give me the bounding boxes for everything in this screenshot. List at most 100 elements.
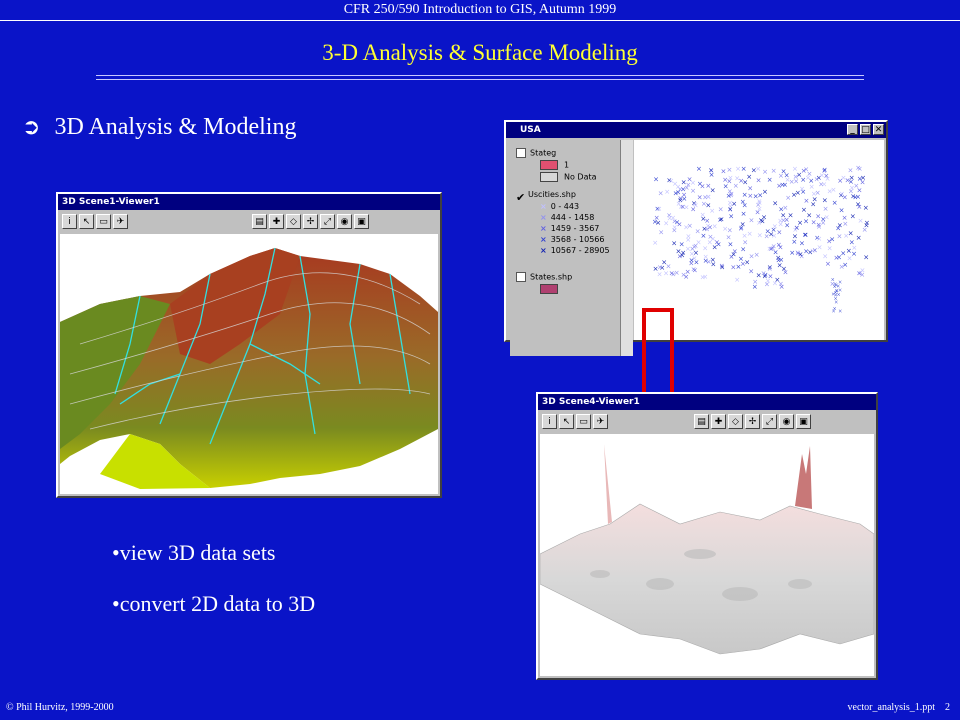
city-marker: × xyxy=(728,213,734,221)
fly-tool-icon[interactable]: ✈ xyxy=(593,413,608,429)
usa-titlebar[interactable]: USA _ □ ✕ xyxy=(506,122,886,138)
city-marker: × xyxy=(710,187,716,195)
scene1-window[interactable]: 3D Scene1-Viewer1 i ↖ ▭ ✈ ▤ ✚ ◇ ✢ ⤢ ◉ ▣ xyxy=(56,192,442,498)
city-marker: × xyxy=(791,191,797,199)
zoom-to-active-icon[interactable]: ◇ xyxy=(286,213,301,229)
terrain-3d-image xyxy=(60,247,438,489)
city-marker: × xyxy=(754,251,760,259)
identify-tool-icon[interactable]: i xyxy=(62,213,77,229)
city-marker: × xyxy=(657,264,663,272)
city-marker: × xyxy=(730,264,736,272)
select-tool-icon[interactable]: ▭ xyxy=(96,213,111,229)
zoom-in-icon[interactable]: ✢ xyxy=(745,413,760,429)
save-icon[interactable]: ▣ xyxy=(354,213,369,229)
city-marker: × xyxy=(656,205,662,213)
navigate-tool-icon[interactable]: ↖ xyxy=(559,413,574,429)
city-marker: × xyxy=(827,244,833,252)
theme-name: Uscities.shp xyxy=(528,190,576,199)
city-marker: × xyxy=(834,254,840,262)
add-theme-icon[interactable]: ✚ xyxy=(711,413,726,429)
checked-icon[interactable]: ✔ xyxy=(516,190,525,204)
city-marker: × xyxy=(764,281,770,289)
legend-label: 3568 - 10566 xyxy=(550,235,605,244)
city-marker: × xyxy=(802,231,808,239)
city-marker: × xyxy=(761,270,767,278)
city-marker: × xyxy=(834,295,838,303)
city-marker: × xyxy=(741,165,747,173)
legend-swatch xyxy=(540,284,558,294)
city-marker: × xyxy=(862,226,868,234)
city-marker: × xyxy=(652,239,658,247)
main-bullet: ➲ 3D Analysis & Modeling xyxy=(22,114,296,141)
city-marker: × xyxy=(670,214,676,222)
scene1-terrain-view[interactable] xyxy=(60,234,438,494)
theme-checkbox[interactable] xyxy=(516,272,526,282)
city-marker: × xyxy=(676,200,682,208)
rotate-icon[interactable]: ◉ xyxy=(337,213,352,229)
zoom-full-icon[interactable]: ⤢ xyxy=(762,413,777,429)
city-marker: × xyxy=(799,239,805,247)
city-marker: × xyxy=(658,190,664,198)
navigate-tool-icon[interactable]: ↖ xyxy=(79,213,94,229)
city-marker: × xyxy=(671,239,677,247)
city-marker: × xyxy=(771,167,777,175)
theme-properties-icon[interactable]: ▤ xyxy=(694,413,709,429)
city-marker: × xyxy=(767,265,773,273)
city-marker: × xyxy=(832,199,838,207)
city-marker: × xyxy=(700,182,706,190)
city-marker: × xyxy=(677,220,683,228)
city-marker: × xyxy=(692,267,698,275)
select-tool-icon[interactable]: ▭ xyxy=(576,413,591,429)
city-marker: × xyxy=(668,177,674,185)
city-marker: × xyxy=(716,241,722,249)
city-marker: × xyxy=(732,248,738,256)
minimize-button[interactable]: _ xyxy=(847,124,858,135)
city-marker: × xyxy=(831,186,837,194)
city-marker: × xyxy=(726,178,732,186)
rotate-icon[interactable]: ◉ xyxy=(779,413,794,429)
scene4-window[interactable]: 3D Scene4-Viewer1 i ↖ ▭ ✈ ▤ ✚ ◇ ✢ ⤢ ◉ ▣ xyxy=(536,392,878,680)
table-of-contents[interactable]: Stateg 1 No Data ✔ Uscities.shp × 0 - 443 … xyxy=(510,140,626,356)
city-marker: × xyxy=(742,201,748,209)
add-theme-icon[interactable]: ✚ xyxy=(269,213,284,229)
city-marker: × xyxy=(801,167,807,175)
city-marker: × xyxy=(680,186,686,194)
city-marker: × xyxy=(782,181,788,189)
city-marker: × xyxy=(778,205,784,213)
city-marker: × xyxy=(742,239,748,247)
identify-tool-icon[interactable]: i xyxy=(542,413,557,429)
city-marker: × xyxy=(776,241,782,249)
close-button[interactable]: ✕ xyxy=(873,124,884,135)
theme-checkbox[interactable] xyxy=(516,148,526,158)
scene1-titlebar[interactable]: 3D Scene1-Viewer1 xyxy=(58,194,440,210)
slide-title: 3-D Analysis & Surface Modeling xyxy=(322,40,638,65)
city-marker: × xyxy=(749,217,755,225)
zoom-to-active-icon[interactable]: ◇ xyxy=(728,413,743,429)
save-icon[interactable]: ▣ xyxy=(796,413,811,429)
legend-swatch xyxy=(540,172,558,182)
city-marker: × xyxy=(849,174,855,182)
city-marker: × xyxy=(842,220,848,228)
city-marker: × xyxy=(747,185,753,193)
city-marker: × xyxy=(817,244,823,252)
city-marker: × xyxy=(768,245,774,253)
city-marker: × xyxy=(676,248,682,256)
city-marker: × xyxy=(839,207,845,215)
maximize-button[interactable]: □ xyxy=(860,124,871,135)
zoom-in-icon[interactable]: ✢ xyxy=(303,213,318,229)
theme-properties-icon[interactable]: ▤ xyxy=(252,213,267,229)
city-marker: × xyxy=(703,257,709,265)
scene4-surface-view[interactable] xyxy=(540,434,874,676)
usa-map-window[interactable]: USA _ □ ✕ Stateg 1 No Data ✔ Uscities.shp… xyxy=(504,120,888,356)
title-underline-bottom xyxy=(96,79,864,80)
fly-tool-icon[interactable]: ✈ xyxy=(113,213,128,229)
city-marker: × xyxy=(702,194,708,202)
zoom-full-icon[interactable]: ⤢ xyxy=(320,213,335,229)
scene4-titlebar[interactable]: 3D Scene4-Viewer1 xyxy=(538,394,876,410)
city-marker: × xyxy=(689,250,695,258)
city-marker: × xyxy=(762,188,768,196)
city-marker: × xyxy=(829,236,835,244)
city-marker: × xyxy=(784,222,790,230)
city-marker: × xyxy=(727,166,733,174)
theme-name: Stateg xyxy=(530,148,557,158)
